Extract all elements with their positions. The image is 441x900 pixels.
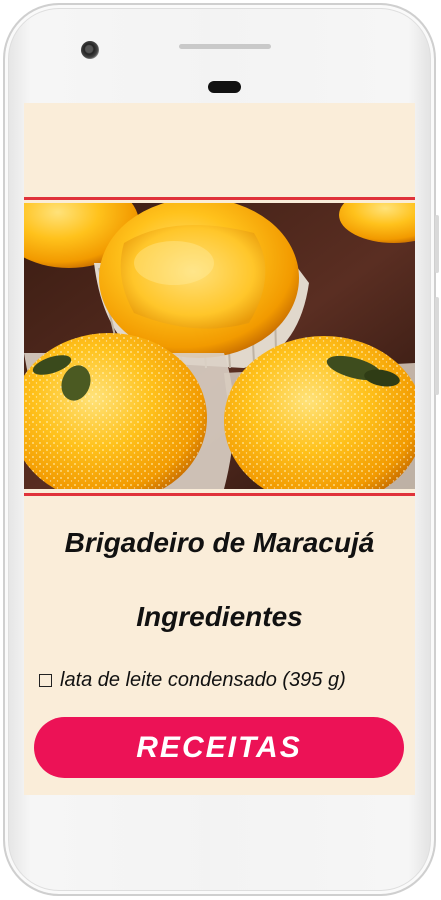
ingredient-item[interactable]: lata de leite condensado (395 g) bbox=[39, 669, 346, 692]
front-camera bbox=[81, 41, 99, 59]
checkbox-icon[interactable] bbox=[39, 674, 52, 687]
volume-button bbox=[435, 297, 439, 395]
bottom-divider bbox=[24, 493, 415, 496]
proximity-slot bbox=[179, 44, 271, 49]
recipe-photo bbox=[24, 203, 415, 489]
ingredients-heading: Ingredientes bbox=[136, 601, 303, 632]
receitas-button[interactable]: RECEITAS bbox=[34, 717, 404, 778]
app-screen: Brigadeiro de Maracujá Ingredientes lata… bbox=[24, 103, 415, 795]
earpiece-speaker bbox=[208, 81, 241, 93]
recipe-title: Brigadeiro de Maracujá bbox=[64, 527, 375, 558]
top-divider bbox=[24, 197, 415, 200]
ingredient-text: lata de leite condensado (395 g) bbox=[60, 669, 346, 691]
power-button bbox=[435, 215, 439, 273]
